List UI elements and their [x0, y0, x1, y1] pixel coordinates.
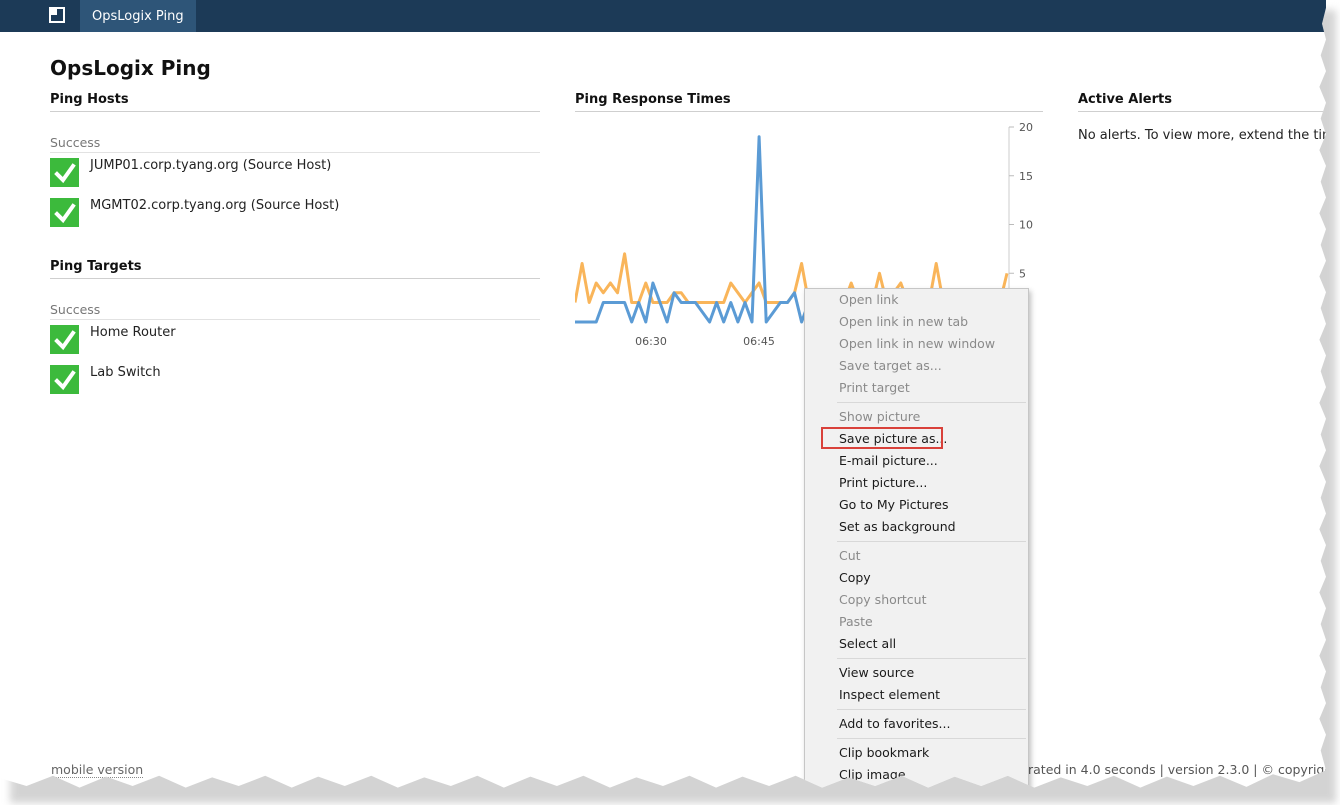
menu-item-inspect-element[interactable]: Inspect element — [805, 684, 1028, 706]
menu-item-open-link-in-new-tab: Open link in new tab — [805, 311, 1028, 333]
menu-item-label: Print picture... — [839, 475, 928, 490]
menu-item-view-source[interactable]: View source — [805, 662, 1028, 684]
app-launcher-icon[interactable] — [49, 7, 65, 23]
y-tick-label: 15 — [1019, 170, 1033, 183]
target-item-home-router[interactable]: Home Router — [50, 325, 176, 354]
y-tick-label: 20 — [1019, 122, 1033, 134]
ping-response-times-heading: Ping Response Times — [575, 92, 1043, 112]
target-label: Lab Switch — [90, 365, 161, 380]
host-label: JUMP01.corp.tyang.org (Source Host) — [90, 158, 332, 173]
targets-success-group-label: Success — [50, 302, 540, 320]
menu-item-copy-shortcut: Copy shortcut — [805, 589, 1028, 611]
checkmark-icon — [50, 158, 79, 187]
no-alerts-message: No alerts. To view more, extend the time — [1078, 128, 1326, 143]
menu-item-save-picture-as[interactable]: Save picture as... — [805, 427, 1028, 450]
checkmark-icon — [50, 365, 79, 394]
menu-item-label: Show picture — [839, 409, 921, 424]
menu-item-set-as-background[interactable]: Set as background — [805, 516, 1028, 538]
menu-item-open-link: Open link — [805, 289, 1028, 311]
host-item-mgmt02[interactable]: MGMT02.corp.tyang.org (Source Host) — [50, 198, 339, 227]
page-title: OpsLogix Ping — [50, 56, 211, 80]
checkmark-icon — [50, 198, 79, 227]
menu-item-save-target-as: Save target as... — [805, 355, 1028, 377]
menu-item-label: Inspect element — [839, 687, 941, 702]
target-label: Home Router — [90, 325, 176, 340]
menu-separator — [837, 709, 1026, 710]
menu-item-label: Set as background — [839, 519, 956, 534]
ping-targets-heading: Ping Targets — [50, 259, 540, 279]
hosts-success-group-label: Success — [50, 135, 540, 153]
menu-item-label: View source — [839, 665, 915, 680]
menu-item-label: Open link in new window — [839, 336, 996, 351]
menu-item-label: Clip bookmark — [839, 745, 930, 760]
active-alerts-heading: Active Alerts — [1078, 92, 1326, 112]
menu-item-label: E-mail picture... — [839, 453, 938, 468]
highlight-box — [821, 427, 943, 449]
menu-item-add-to-favorites[interactable]: Add to favorites... — [805, 713, 1028, 735]
menu-item-label: Go to My Pictures — [839, 497, 949, 512]
menu-item-print-target: Print target — [805, 377, 1028, 399]
menu-item-cut: Cut — [805, 545, 1028, 567]
menu-item-select-all[interactable]: Select all — [805, 633, 1028, 655]
menu-separator — [837, 402, 1026, 403]
menu-item-copy[interactable]: Copy — [805, 567, 1028, 589]
menu-item-e-mail-picture[interactable]: E-mail picture... — [805, 450, 1028, 472]
menu-item-label: Copy — [839, 570, 871, 585]
menu-item-label: Save target as... — [839, 358, 942, 373]
host-label: MGMT02.corp.tyang.org (Source Host) — [90, 198, 340, 213]
menu-item-label: Print target — [839, 380, 910, 395]
x-tick-label: 06:30 — [635, 335, 667, 348]
menu-item-open-link-in-new-window: Open link in new window — [805, 333, 1028, 355]
ping-hosts-heading: Ping Hosts — [50, 92, 540, 112]
browser-page: OpsLogix Ping OpsLogix Ping Ping Hosts S… — [0, 0, 1326, 788]
top-navigation-bar: OpsLogix Ping — [0, 0, 1326, 32]
menu-item-label: Cut — [839, 548, 861, 563]
y-tick-label: 10 — [1019, 219, 1033, 232]
menu-separator — [837, 541, 1026, 542]
tab-opslogix-ping[interactable]: OpsLogix Ping — [80, 0, 196, 32]
host-item-jump01[interactable]: JUMP01.corp.tyang.org (Source Host) — [50, 158, 331, 187]
menu-item-paste: Paste — [805, 611, 1028, 633]
menu-item-label: Paste — [839, 614, 873, 629]
menu-item-show-picture: Show picture — [805, 406, 1028, 428]
footer-info: rated in 4.0 seconds | version 2.3.0 | ©… — [1028, 762, 1326, 777]
menu-item-label: Open link — [839, 292, 899, 307]
mobile-version-link[interactable]: mobile version — [51, 762, 144, 778]
y-tick-label: 5 — [1019, 267, 1026, 280]
menu-item-label: Select all — [839, 636, 897, 651]
checkmark-icon — [50, 325, 79, 354]
context-menu: Open link Open link in new tab Open link i… — [804, 288, 1029, 788]
menu-item-go-to-my-pictures[interactable]: Go to My Pictures — [805, 494, 1028, 516]
x-tick-label: 06:45 — [743, 335, 775, 348]
menu-item-clip-bookmark[interactable]: Clip bookmark — [805, 742, 1028, 764]
menu-item-label: Open link in new tab — [839, 314, 969, 329]
menu-item-print-picture[interactable]: Print picture... — [805, 472, 1028, 494]
menu-separator — [837, 658, 1026, 659]
menu-separator — [837, 738, 1026, 739]
target-item-lab-switch[interactable]: Lab Switch — [50, 365, 161, 394]
menu-item-label: Copy shortcut — [839, 592, 927, 607]
menu-item-label: Add to favorites... — [839, 716, 951, 731]
